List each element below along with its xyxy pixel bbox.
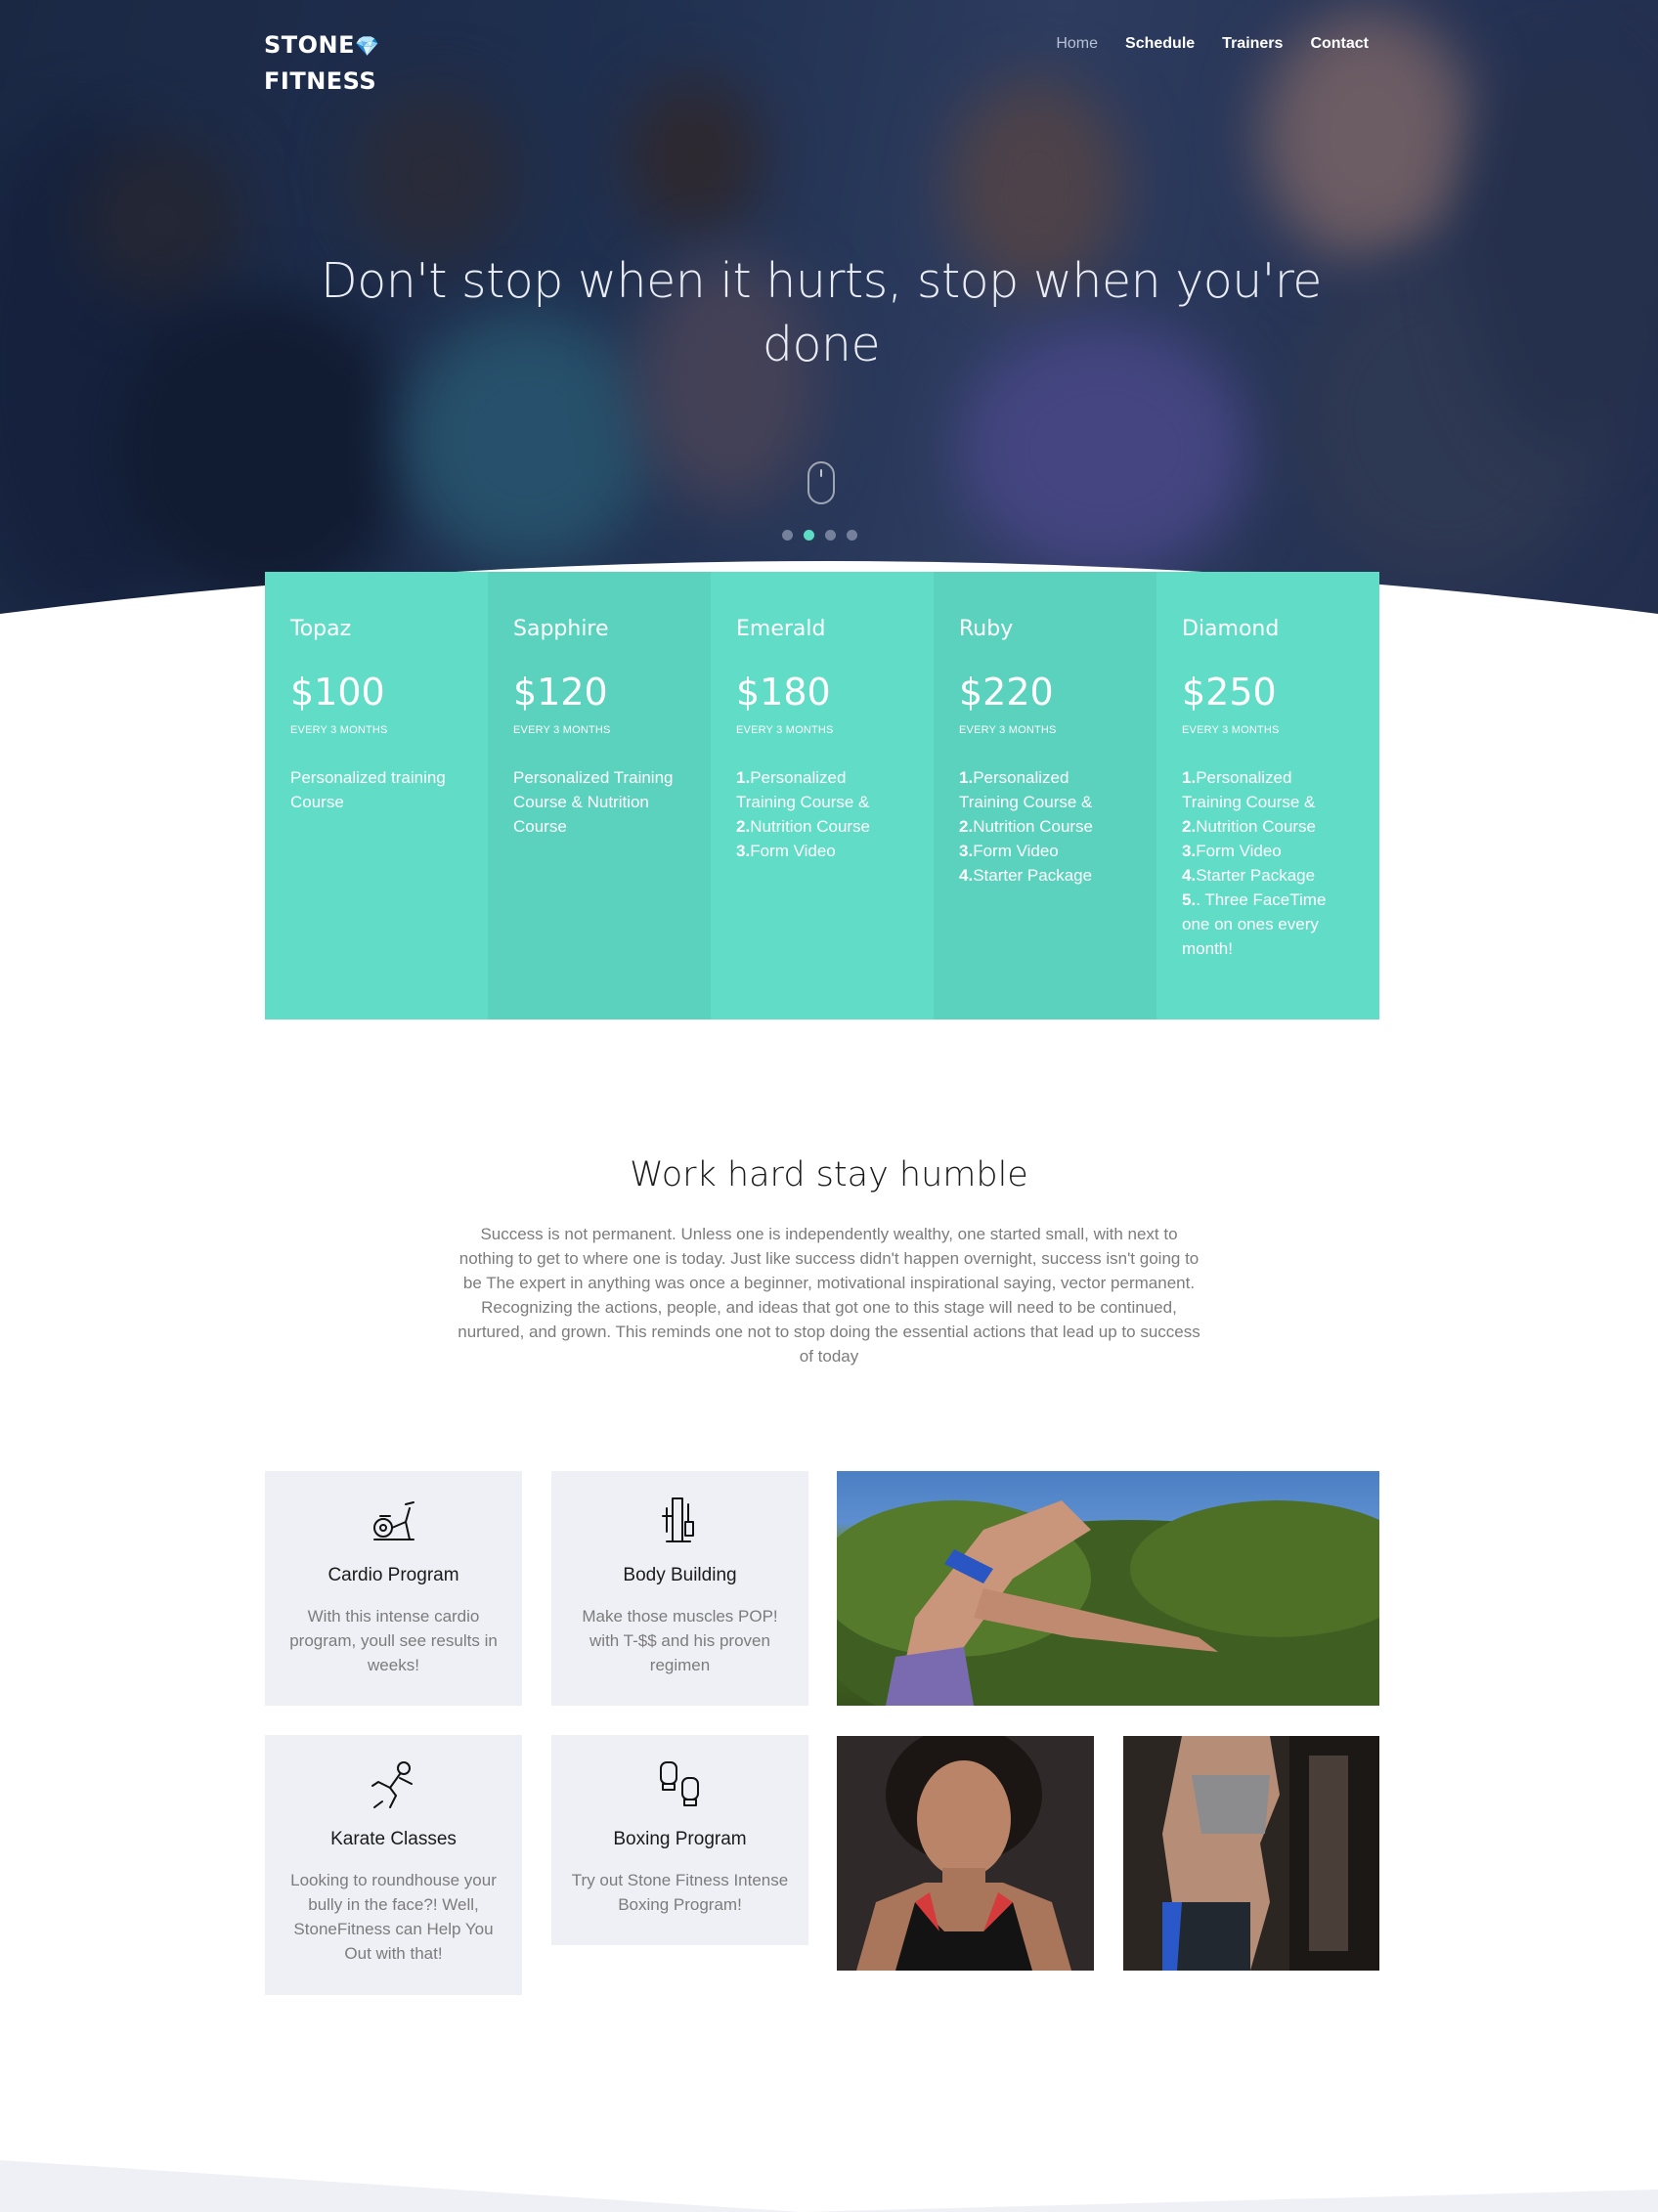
- nav-home[interactable]: Home: [1056, 35, 1098, 53]
- plan-features: 1.Personalized Training Course & 2.Nutri…: [1182, 765, 1354, 961]
- plan-feature: 2.Nutrition Course: [959, 817, 1094, 836]
- pricing-table: Topaz $100 EVERY 3 MONTHS Personalized t…: [265, 572, 1379, 1019]
- gallery-photo-beach[interactable]: [837, 1471, 1379, 1706]
- plan-price: $250: [1182, 671, 1277, 714]
- service-card-bodybuilding[interactable]: Body Building Make those muscles POP! wi…: [551, 1471, 808, 1706]
- slider-dot-1[interactable]: [782, 530, 793, 541]
- boxing-gloves-icon: [659, 1761, 699, 1806]
- plan-features: Personalized training Course: [290, 765, 462, 814]
- plan-name: Topaz: [290, 617, 352, 641]
- plan-period: EVERY 3 MONTHS: [1182, 724, 1280, 736]
- plan-feature: Personalized training Course: [290, 768, 446, 811]
- karate-kick-icon: [371, 1761, 413, 1808]
- weight-machine-icon: [661, 1497, 694, 1542]
- plan-price: $120: [513, 671, 608, 714]
- plan-period: EVERY 3 MONTHS: [959, 724, 1057, 736]
- plan-feature: 3.Form Video: [1182, 842, 1282, 860]
- plan-features: 1.Personalized Training Course & 2.Nutri…: [736, 765, 908, 863]
- slider-dot-2[interactable]: [804, 530, 814, 541]
- plan-features: Personalized Training Course & Nutrition…: [513, 765, 685, 839]
- pricing-plan-topaz[interactable]: Topaz $100 EVERY 3 MONTHS Personalized t…: [265, 572, 488, 1019]
- plan-feature: Personalized Training Course & Nutrition…: [513, 768, 674, 836]
- plan-period: EVERY 3 MONTHS: [736, 724, 834, 736]
- fitness-side-photo: [1123, 1736, 1379, 1971]
- service-title: Cardio Program: [327, 1565, 459, 1585]
- diamond-icon: 💎: [355, 34, 380, 58]
- service-description: Make those muscles POP! with T-$$ and hi…: [582, 1607, 778, 1674]
- plan-period: EVERY 3 MONTHS: [290, 724, 388, 736]
- scroll-down-icon[interactable]: [807, 461, 835, 504]
- nav-contact[interactable]: Contact: [1310, 35, 1369, 53]
- nav-schedule[interactable]: Schedule: [1125, 35, 1195, 53]
- slider-dot-3[interactable]: [825, 530, 836, 541]
- hero-title: Don't stop when it hurts, stop when you'…: [321, 253, 1322, 372]
- plan-name: Diamond: [1182, 617, 1280, 641]
- service-title: Body Building: [623, 1565, 737, 1585]
- plan-feature: 2.Nutrition Course: [736, 817, 871, 836]
- hero-section: STONE💎 FITNESS Home Schedule Trainers Co…: [0, 0, 1658, 635]
- service-card-karate[interactable]: Karate Classes Looking to roundhouse you…: [265, 1735, 522, 1995]
- footer-divider: [0, 2160, 1658, 2212]
- exercise-bike-icon: [372, 1501, 414, 1540]
- service-description: Try out Stone Fitness Intense Boxing Pro…: [571, 1871, 789, 1914]
- smiling-woman-photo: [837, 1736, 1094, 1971]
- plan-feature: 3.Form Video: [959, 842, 1059, 860]
- slider-dot-4[interactable]: [847, 530, 857, 541]
- service-card-cardio[interactable]: Cardio Program With this intense cardio …: [265, 1471, 522, 1706]
- service-card-boxing[interactable]: Boxing Program Try out Stone Fitness Int…: [551, 1735, 808, 1945]
- plan-price: $220: [959, 671, 1054, 714]
- plan-feature: 3.Form Video: [736, 842, 836, 860]
- beach-kick-photo: [837, 1500, 1379, 1706]
- brand-line2: FITNESS: [264, 67, 377, 95]
- plan-feature: 1.Personalized Training Course &: [959, 768, 1093, 811]
- section-title: Work hard stay humble: [630, 1155, 1028, 1194]
- plan-price: $180: [736, 671, 831, 714]
- gallery-photo-side[interactable]: [1123, 1736, 1379, 1971]
- plan-feature: 5.. Three FaceTime one on ones every mon…: [1182, 890, 1327, 958]
- plan-feature: 4.Starter Package: [1182, 866, 1316, 885]
- plan-feature: 1.Personalized Training Course &: [736, 768, 870, 811]
- plan-feature: 4.Starter Package: [959, 866, 1093, 885]
- main-nav: Home Schedule Trainers Contact: [1056, 35, 1369, 53]
- slider-dots: [782, 530, 857, 541]
- plan-period: EVERY 3 MONTHS: [513, 724, 611, 736]
- plan-name: Ruby: [959, 617, 1014, 641]
- nav-trainers[interactable]: Trainers: [1222, 35, 1283, 53]
- service-title: Karate Classes: [330, 1829, 457, 1849]
- plan-feature: 1.Personalized Training Course &: [1182, 768, 1316, 811]
- pricing-plan-diamond[interactable]: Diamond $250 EVERY 3 MONTHS 1.Personaliz…: [1156, 572, 1379, 1019]
- service-description: With this intense cardio program, youll …: [289, 1607, 498, 1674]
- plan-name: Emerald: [736, 617, 826, 641]
- plan-name: Sapphire: [513, 617, 609, 641]
- pricing-plan-emerald[interactable]: Emerald $180 EVERY 3 MONTHS 1.Personaliz…: [711, 572, 934, 1019]
- section-description: Success is not permanent. Unless one is …: [458, 1225, 1200, 1366]
- pricing-plan-sapphire[interactable]: Sapphire $120 EVERY 3 MONTHS Personalize…: [488, 572, 711, 1019]
- service-title: Boxing Program: [613, 1829, 747, 1849]
- plan-features: 1.Personalized Training Course & 2.Nutri…: [959, 765, 1131, 888]
- pricing-plan-ruby[interactable]: Ruby $220 EVERY 3 MONTHS 1.Personalized …: [934, 572, 1156, 1019]
- service-description: Looking to roundhouse your bully in the …: [290, 1871, 497, 1963]
- gallery-photo-portrait[interactable]: [837, 1736, 1094, 1971]
- plan-price: $100: [290, 671, 385, 714]
- plan-feature: 2.Nutrition Course: [1182, 817, 1317, 836]
- brand-line1: STONE: [264, 31, 356, 59]
- brand-logo[interactable]: STONE💎 FITNESS: [264, 27, 379, 99]
